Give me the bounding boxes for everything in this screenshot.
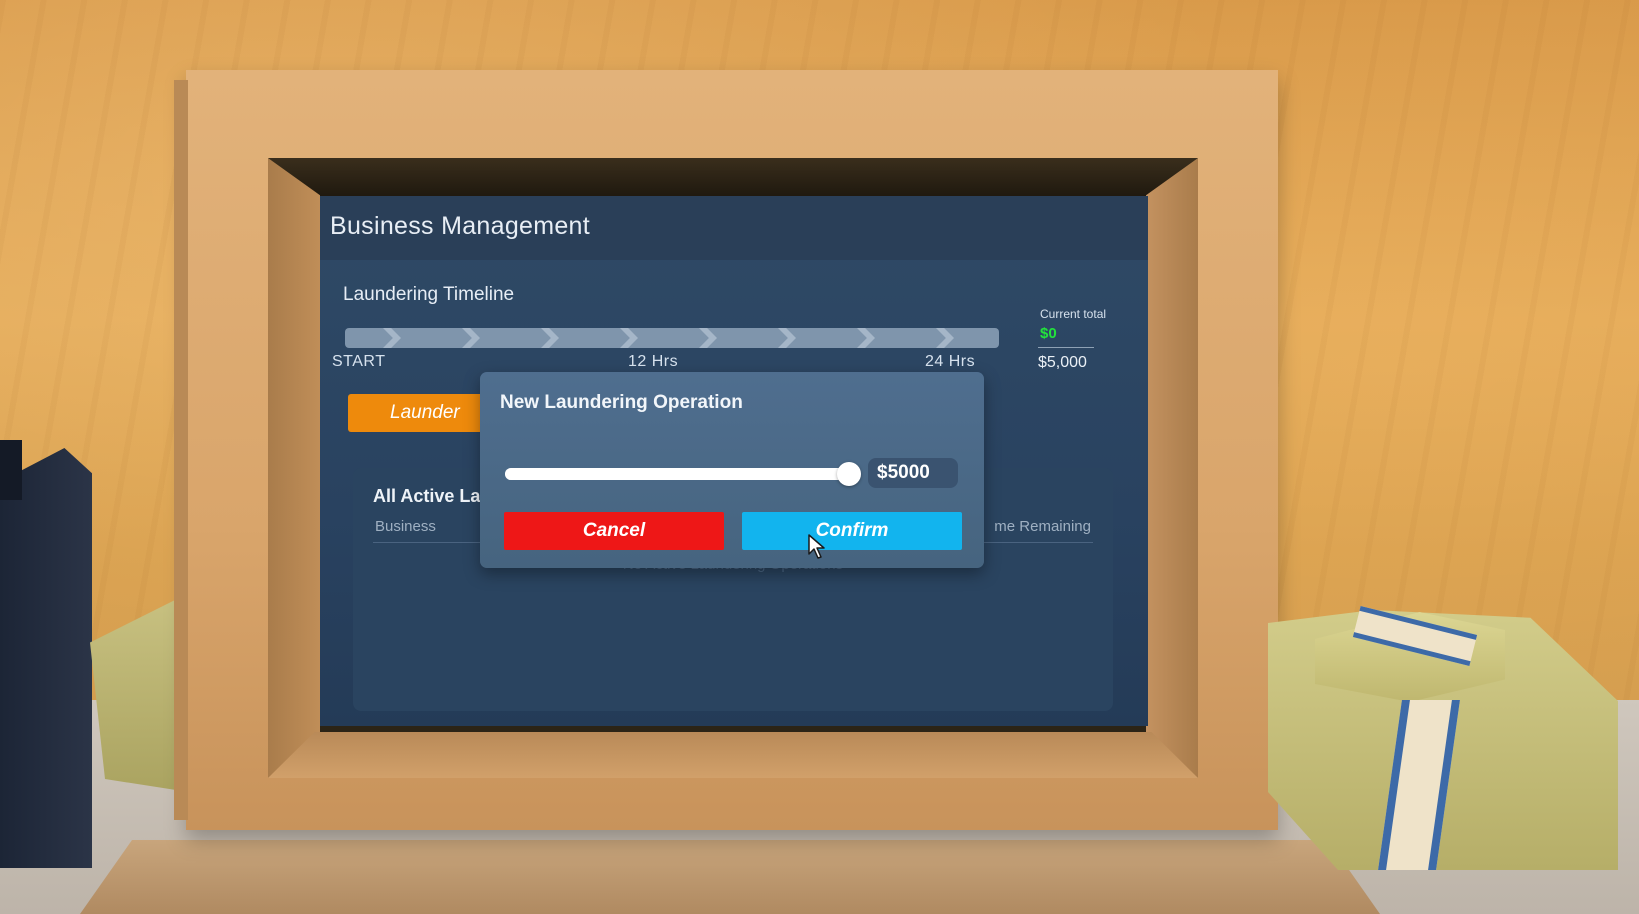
amount-value: $5000 — [868, 458, 958, 488]
mouse-cursor-icon — [808, 534, 825, 559]
dialog-title: New Laundering Operation — [500, 392, 743, 413]
dark-object-edge — [0, 440, 22, 500]
launder-button[interactable]: Launder — [348, 394, 488, 432]
timeline-chevron-icon — [462, 328, 480, 348]
column-header-time-remaining: me Remaining — [994, 518, 1091, 535]
timeline-chevron-icon — [857, 328, 875, 348]
active-operations-title: All Active Lau — [373, 486, 492, 506]
timeline-mid-label: 12 Hrs — [628, 353, 679, 370]
column-header-business: Business — [375, 518, 436, 535]
timeline-chevron-icon — [699, 328, 717, 348]
timeline-end-label: 24 Hrs — [925, 353, 976, 370]
current-total-value: $0 — [1040, 325, 1057, 342]
slider-fill — [505, 468, 849, 480]
page-title: Business Management — [330, 212, 591, 240]
current-total-divider — [1038, 347, 1094, 348]
timeline-chevron-icon — [383, 328, 401, 348]
current-total-max: $5,000 — [1038, 354, 1087, 371]
timeline-start-label: START — [332, 353, 386, 370]
cancel-button[interactable]: Cancel — [504, 512, 724, 550]
timeline-title: Laundering Timeline — [343, 284, 515, 305]
current-total-label: Current total — [1040, 307, 1107, 321]
confirm-button[interactable]: Confirm — [742, 512, 962, 550]
game-scene: Business Management Laundering Timeline … — [0, 0, 1639, 914]
bezel-top — [268, 158, 1198, 198]
dark-object — [0, 448, 92, 868]
screen-header: Business Management — [320, 196, 1148, 260]
new-laundering-dialog: New Laundering Operation $5000 Cancel Co… — [480, 372, 984, 568]
bezel-bottom — [268, 732, 1198, 778]
bezel-left — [268, 158, 320, 778]
monitor-stand — [80, 840, 1380, 914]
timeline-chevron-icon — [541, 328, 559, 348]
timeline-chevron-icon — [778, 328, 796, 348]
bezel-right — [1146, 158, 1198, 778]
amount-slider[interactable] — [505, 462, 861, 486]
laundering-timeline-bar — [345, 328, 999, 348]
slider-thumb[interactable] — [837, 462, 861, 486]
timeline-chevron-icon — [620, 328, 638, 348]
timeline-chevron-icon — [936, 328, 954, 348]
